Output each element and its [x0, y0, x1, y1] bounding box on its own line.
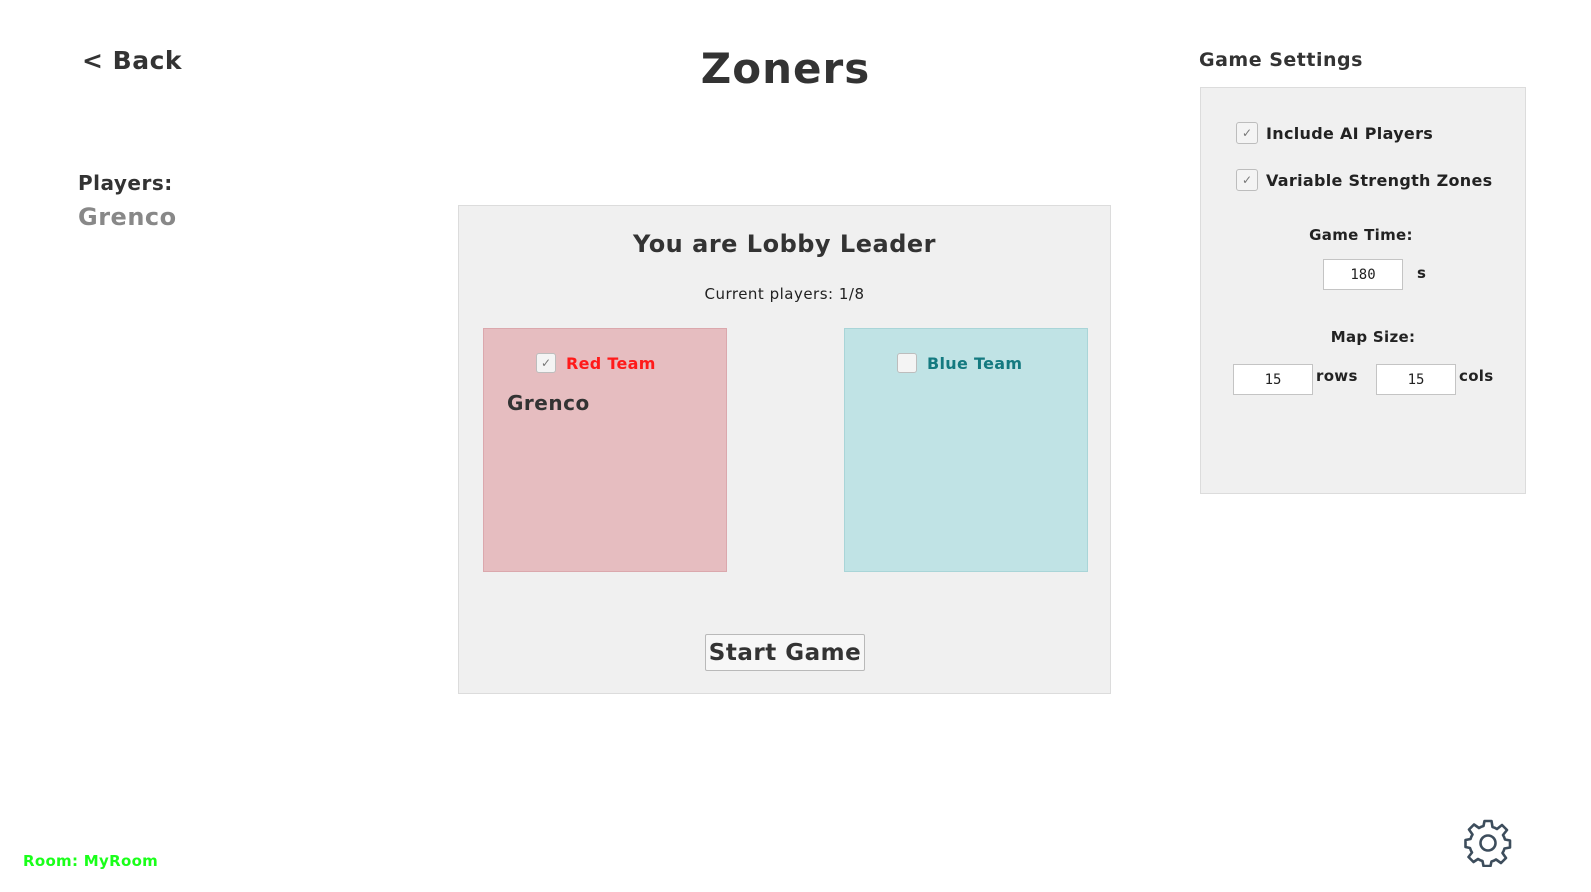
red-team-members: Grenco [507, 391, 590, 415]
lobby-screen: < Back Zoners Players: Grenco You are Lo… [0, 0, 1591, 892]
variable-zones-checkbox[interactable] [1236, 169, 1258, 191]
player-name: Grenco [78, 203, 177, 231]
map-cols-unit: cols [1459, 367, 1494, 385]
current-players-count: Current players: 1/8 [704, 285, 865, 303]
settings-button[interactable] [1463, 817, 1513, 868]
players-heading: Players: [78, 171, 173, 195]
map-size-label: Map Size: [1330, 328, 1416, 346]
page-title: Zoners [700, 44, 871, 93]
include-ai-toggle[interactable]: Include AI Players [1236, 122, 1433, 144]
red-team-panel[interactable]: Red Team Grenco [483, 328, 727, 572]
blue-team-toggle[interactable]: Blue Team [897, 353, 1022, 373]
blue-team-label: Blue Team [927, 353, 1023, 373]
lobby-panel: You are Lobby Leader Current players: 1/… [458, 205, 1111, 694]
gear-icon [1464, 819, 1512, 868]
variable-zones-label: Variable Strength Zones [1266, 170, 1493, 190]
red-team-checkbox[interactable] [536, 353, 556, 373]
game-settings-panel: Include AI Players Variable Strength Zon… [1200, 87, 1526, 494]
map-cols-input[interactable] [1376, 364, 1456, 395]
start-game-button[interactable]: Start Game [705, 634, 865, 671]
lobby-leader-title: You are Lobby Leader [633, 230, 936, 258]
include-ai-label: Include AI Players [1266, 123, 1434, 143]
include-ai-checkbox[interactable] [1236, 122, 1258, 144]
players-list: Grenco [78, 203, 177, 231]
room-name-label: Room: MyRoom [23, 852, 159, 870]
back-button[interactable]: < Back [82, 46, 182, 75]
game-settings-heading: Game Settings [1199, 49, 1363, 71]
map-rows-unit: rows [1316, 367, 1358, 385]
red-team-toggle[interactable]: Red Team [536, 353, 656, 373]
team-member: Grenco [507, 391, 590, 415]
variable-zones-toggle[interactable]: Variable Strength Zones [1236, 169, 1492, 191]
blue-team-checkbox[interactable] [897, 353, 917, 373]
game-time-label: Game Time: [1309, 226, 1413, 244]
game-time-input[interactable] [1323, 259, 1403, 290]
blue-team-panel[interactable]: Blue Team [844, 328, 1088, 572]
game-time-unit: s [1417, 264, 1427, 282]
red-team-label: Red Team [566, 353, 656, 373]
map-rows-input[interactable] [1233, 364, 1313, 395]
